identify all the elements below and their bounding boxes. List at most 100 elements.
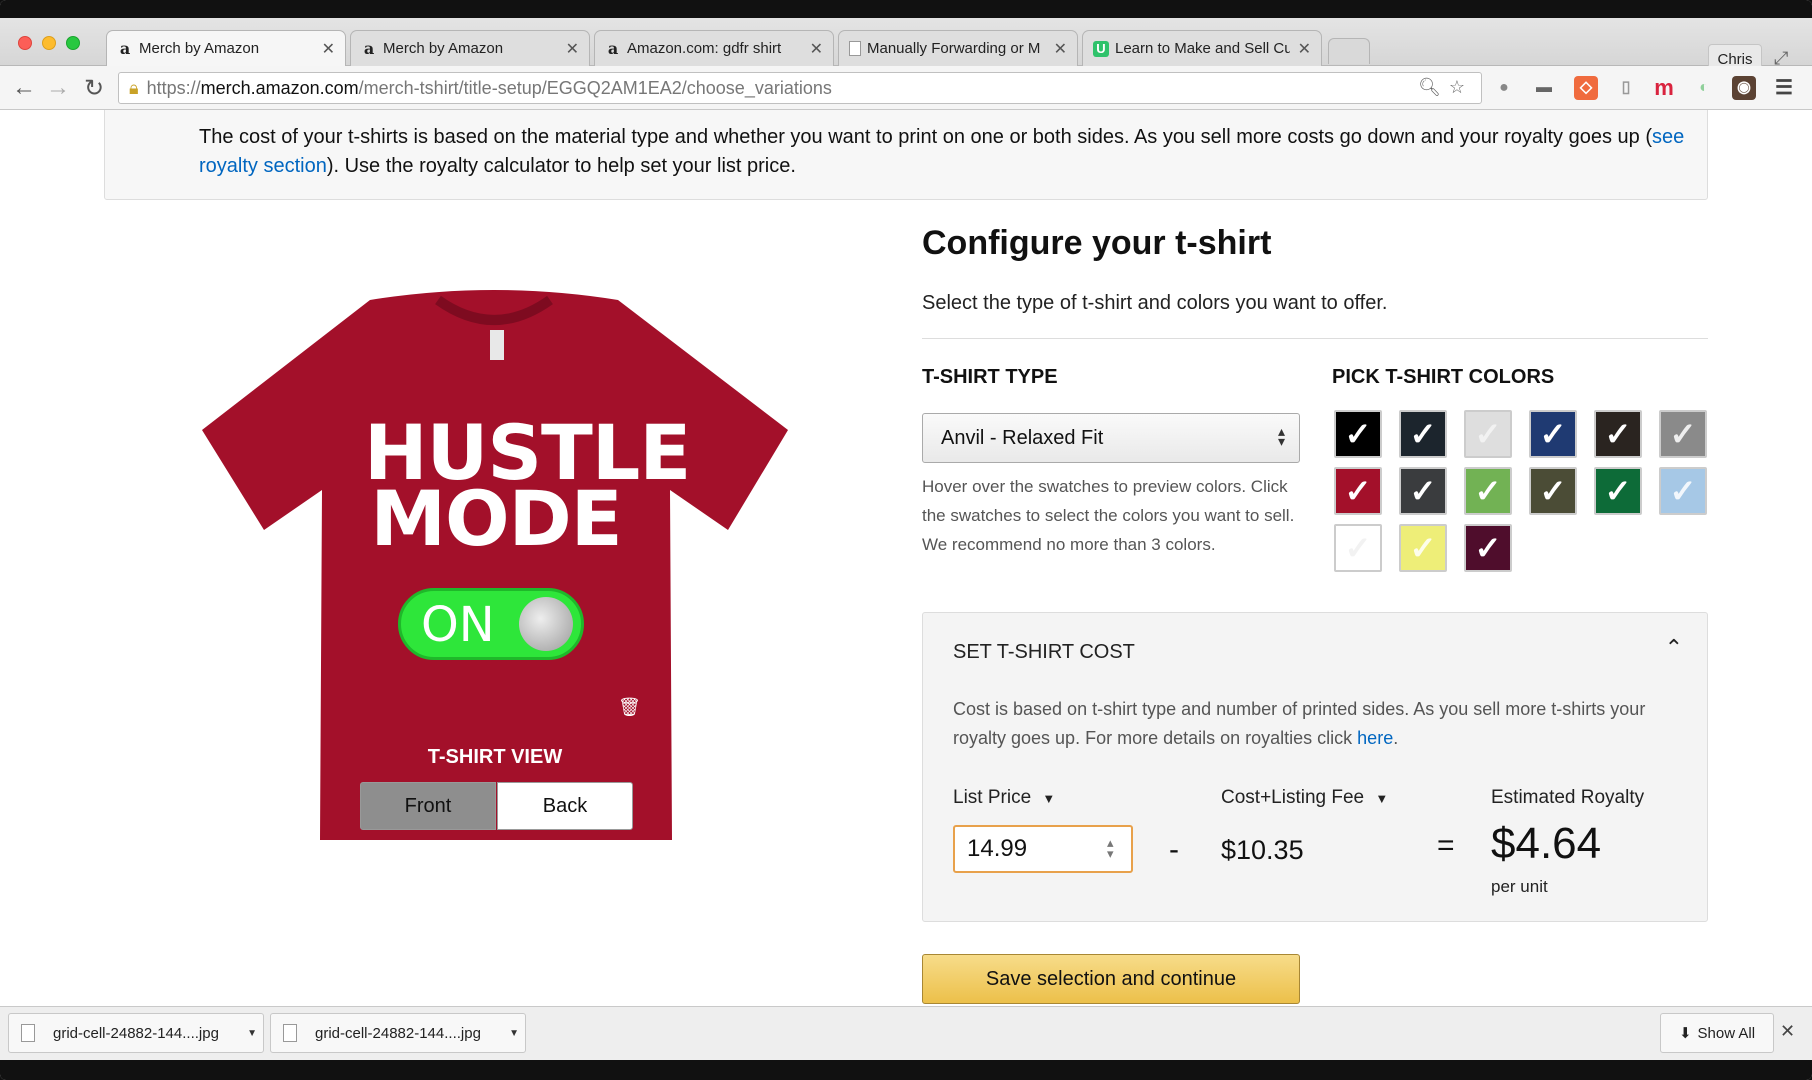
lock-icon: 🔒︎ [129, 77, 139, 98]
view-front-button[interactable]: Front [360, 782, 496, 830]
extension-m-icon[interactable]: m [1652, 76, 1676, 100]
back-arrow-icon[interactable]: ← [10, 74, 38, 102]
caret-down-icon: ▼ [1042, 791, 1056, 806]
color-swatch[interactable]: ✓ [1399, 410, 1447, 458]
forward-arrow-icon[interactable]: → [44, 74, 72, 102]
tshirt-type-value: Anvil - Relaxed Fit [941, 426, 1104, 449]
tab-amazon-gdfr-shirt[interactable]: a Amazon.com: gdfr shirt ✕ [594, 30, 834, 66]
color-swatch[interactable]: ✓ [1399, 524, 1447, 572]
tab-merch-by-amazon-2[interactable]: a Merch by Amazon ✕ [350, 30, 590, 66]
checkmark-icon: ✓ [1604, 416, 1632, 452]
tab-merch-by-amazon-1[interactable]: a Merch by Amazon ✕ [106, 30, 346, 66]
close-window-button[interactable] [18, 36, 32, 50]
zoom-window-button[interactable] [66, 36, 80, 50]
tab-close-icon[interactable]: ✕ [1054, 39, 1067, 59]
downloads-bar: grid-cell-24882-144....jpg ▼ grid-cell-2… [0, 1006, 1812, 1060]
trash-icon[interactable]: 🗑︎ [618, 697, 641, 718]
zoom-icon[interactable]: 🔍︎ [1418, 77, 1449, 97]
toggle-knob [519, 597, 573, 651]
page-subtitle: Select the type of t-shirt and colors yo… [922, 292, 1388, 314]
file-icon [21, 1024, 35, 1042]
tab-bar: a Merch by Amazon ✕ a Merch by Amazon ✕ … [0, 18, 1812, 74]
color-swatch[interactable]: ✓ [1334, 524, 1382, 572]
browser-window: a Merch by Amazon ✕ a Merch by Amazon ✕ … [0, 0, 1812, 1080]
design-line-2: MODE [370, 474, 622, 563]
menu-icon[interactable]: ☰ [1772, 76, 1796, 100]
checkmark-icon: ✓ [1344, 416, 1372, 452]
minus-sign: - [1169, 833, 1179, 866]
omnibox-tools: 🔍︎☆ [1418, 77, 1473, 98]
address-bar[interactable]: 🔒︎ https:// merch.amazon.com /merch-tshi… [118, 72, 1482, 104]
reload-icon[interactable]: ↻ [80, 74, 108, 103]
tab-manually-forwarding[interactable]: Manually Forwarding or M ✕ [838, 30, 1078, 66]
dropdown-caret-icon[interactable]: ▼ [247, 1028, 257, 1039]
tab-close-icon[interactable]: ✕ [810, 39, 823, 59]
equals-sign: = [1437, 829, 1455, 862]
extension-orange-icon[interactable]: ◇ [1574, 76, 1598, 100]
select-arrows-icon: ▴ ▾ [1277, 423, 1285, 449]
extension-page-icon[interactable]: ▯ [1614, 76, 1638, 100]
tshirt-view-label: T-SHIRT VIEW [427, 746, 563, 768]
stepper-arrows-icon[interactable]: ▴ ▾ [1107, 836, 1114, 860]
list-price-label-text: List Price [953, 787, 1032, 808]
tab-close-icon[interactable]: ✕ [1298, 39, 1311, 59]
url-scheme: https:// [146, 77, 201, 98]
cost-panel-heading: SET T-SHIRT COST [953, 641, 1135, 663]
royalty-details-link[interactable]: here [1357, 728, 1393, 748]
extension-instagram-icon[interactable]: ◉ [1732, 76, 1756, 100]
tab-label: Merch by Amazon [139, 40, 260, 57]
checkmark-icon: ✓ [1604, 473, 1632, 509]
tshirt-colors-heading: PICK T-SHIRT COLORS [1332, 366, 1555, 388]
color-swatch[interactable]: ✓ [1464, 467, 1512, 515]
color-swatch[interactable]: ✓ [1529, 410, 1577, 458]
extension-alien-icon[interactable]: ● [1492, 76, 1516, 100]
show-all-label: Show All [1697, 1024, 1756, 1042]
url-host: merch.amazon.com [200, 77, 359, 98]
tab-close-icon[interactable]: ✕ [322, 39, 335, 59]
color-swatch[interactable]: ✓ [1529, 467, 1577, 515]
bookmark-star-icon[interactable]: ☆ [1449, 77, 1473, 97]
notice-text-end: ). Use the royalty calculator to help se… [326, 155, 796, 177]
caret-down-icon: ▼ [1375, 791, 1389, 806]
fee-label[interactable]: Cost+Listing Fee ▼ [1221, 787, 1388, 809]
color-swatch[interactable]: ✓ [1464, 524, 1512, 572]
download-item-2[interactable]: grid-cell-24882-144....jpg ▼ [270, 1013, 526, 1053]
color-swatch[interactable]: ✓ [1399, 467, 1447, 515]
tab-learn-to-make[interactable]: U Learn to Make and Sell Cu ✕ [1082, 30, 1322, 66]
view-back-button[interactable]: Back [497, 782, 633, 830]
extension-camera-icon[interactable]: ▬ [1532, 76, 1556, 100]
save-continue-button[interactable]: Save selection and continue [922, 954, 1300, 1004]
design-toggle-graphic: ON [398, 588, 584, 660]
tab-label: Amazon.com: gdfr shirt [627, 40, 782, 57]
color-swatch[interactable]: ✓ [1594, 467, 1642, 515]
collapse-caret-icon[interactable]: ⌃ [1665, 635, 1683, 661]
checkmark-icon: ✓ [1344, 473, 1372, 509]
color-swatch[interactable]: ✓ [1464, 410, 1512, 458]
minimize-window-button[interactable] [42, 36, 56, 50]
checkmark-icon: ✓ [1409, 473, 1437, 509]
screen-border-top [0, 0, 1812, 18]
color-swatch[interactable]: ✓ [1659, 410, 1707, 458]
new-tab-button[interactable] [1328, 38, 1370, 64]
checkmark-icon: ✓ [1539, 416, 1567, 452]
list-price-label[interactable]: List Price ▼ [953, 787, 1055, 809]
amazon-favicon-icon: a [607, 38, 619, 58]
color-swatch[interactable]: ✓ [1659, 467, 1707, 515]
dropdown-caret-icon[interactable]: ▼ [509, 1028, 519, 1039]
extension-green-icon[interactable]: ◐ [1692, 76, 1716, 100]
tshirt-type-select[interactable]: Anvil - Relaxed Fit ▴ ▾ [922, 413, 1300, 463]
divider [922, 338, 1708, 339]
page-title: Configure your t-shirt [922, 224, 1272, 262]
screen-border-bottom [0, 1060, 1812, 1080]
color-swatch[interactable]: ✓ [1334, 410, 1382, 458]
tab-close-icon[interactable]: ✕ [566, 39, 579, 59]
checkmark-icon: ✓ [1409, 530, 1437, 566]
list-price-input[interactable] [953, 825, 1133, 873]
show-all-downloads-button[interactable]: ⬇ Show All [1660, 1013, 1774, 1053]
color-swatch[interactable]: ✓ [1594, 410, 1642, 458]
download-item-1[interactable]: grid-cell-24882-144....jpg ▼ [8, 1013, 264, 1053]
close-downloads-icon[interactable]: ✕ [1780, 1021, 1795, 1042]
color-swatch[interactable]: ✓ [1334, 467, 1382, 515]
tab-label: Manually Forwarding or M [867, 40, 1041, 57]
tshirt-type-heading: T-SHIRT TYPE [922, 366, 1058, 388]
